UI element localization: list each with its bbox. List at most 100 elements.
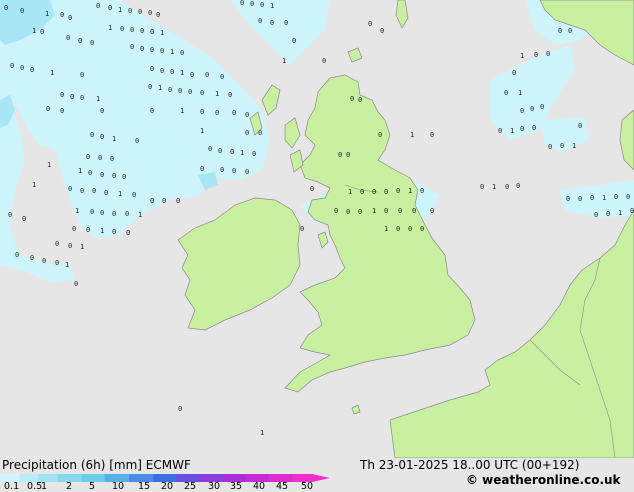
precip-value: 0 — [4, 4, 8, 12]
precip-value: 0 — [100, 133, 104, 141]
precip-value: 0 — [30, 66, 34, 74]
precip-value: 0 — [148, 9, 152, 17]
precip-value: 0 — [590, 194, 594, 202]
precip-value: 0 — [92, 187, 96, 195]
precip-value: 0 — [40, 28, 44, 36]
precip-value: 1 — [50, 69, 54, 77]
precip-value: 1 — [158, 84, 162, 92]
precip-value: 0 — [100, 171, 104, 179]
precip-value: 0 — [594, 211, 598, 219]
precip-value: 0 — [606, 210, 610, 218]
precip-value: 0 — [200, 108, 204, 116]
precip-value: 0 — [480, 183, 484, 191]
precip-value: 0 — [112, 228, 116, 236]
precip-value: 1 — [180, 107, 184, 115]
precip-value: 1 — [170, 48, 174, 56]
precip-value: 0 — [520, 107, 524, 115]
precip-value: 0 — [112, 172, 116, 180]
precip-value: 0 — [90, 39, 94, 47]
precip-value: 0 — [396, 225, 400, 233]
precip-value: 0 — [125, 210, 129, 218]
precip-value: 0 — [360, 188, 364, 196]
precip-value: 0 — [232, 109, 236, 117]
precip-value: 0 — [200, 89, 204, 97]
precip-value: 0 — [566, 195, 570, 203]
precip-value: 0 — [250, 0, 254, 8]
precip-value: 0 — [88, 169, 92, 177]
precip-value: 0 — [412, 207, 416, 215]
precip-value: 0 — [558, 27, 562, 35]
precip-value: 1 — [112, 135, 116, 143]
precip-value: 1 — [96, 95, 100, 103]
precip-value: 0 — [68, 242, 72, 250]
precip-value: 0 — [300, 225, 304, 233]
precip-value: 0 — [498, 127, 502, 135]
precip-value: 1 — [80, 243, 84, 251]
precip-value: 0 — [130, 26, 134, 34]
precip-value: 1 — [78, 167, 82, 175]
precip-value: 0 — [220, 73, 224, 81]
precip-value: 0 — [520, 125, 524, 133]
precip-value: 0 — [8, 211, 12, 219]
precip-value: 0 — [220, 166, 224, 174]
precip-value: 0 — [232, 167, 236, 175]
precip-value: 0 — [260, 1, 264, 9]
precip-value: 0 — [534, 51, 538, 59]
precip-value: 0 — [140, 45, 144, 53]
precip-value: 0 — [516, 182, 520, 190]
precip-value: 1 — [602, 194, 606, 202]
precip-value: 0 — [358, 208, 362, 216]
precip-value: 0 — [100, 209, 104, 217]
precip-value: 0 — [215, 109, 219, 117]
precip-value: 0 — [205, 71, 209, 79]
precip-value: 0 — [338, 151, 342, 159]
precip-value: 0 — [90, 131, 94, 139]
precip-value: 0 — [578, 195, 582, 203]
precip-value: 0 — [68, 14, 72, 22]
legend-label: 0.5 — [27, 481, 43, 492]
precip-value: 0 — [228, 91, 232, 99]
precip-value: 0 — [284, 19, 288, 27]
precip-value: 0 — [578, 122, 582, 130]
precip-value: 1 — [180, 69, 184, 77]
precip-value: 1 — [270, 2, 274, 10]
legend-label: 10 — [112, 481, 125, 492]
precip-value: 0 — [100, 107, 104, 115]
precip-value: 1 — [100, 227, 104, 235]
precip-value: 1 — [32, 27, 36, 35]
precip-value: 0 — [148, 83, 152, 91]
precip-value: 0 — [252, 150, 256, 158]
precip-value: 1 — [282, 57, 286, 65]
precip-value: 0 — [384, 188, 388, 196]
precip-value: 0 — [55, 240, 59, 248]
precip-value: 1 — [618, 209, 622, 217]
precip-value: 0 — [138, 8, 142, 16]
legend-label: 25 — [184, 481, 197, 492]
footer-bar: Precipitation (6h) [mm] ECMWF Th 23-01-2… — [0, 458, 634, 492]
precip-value: 0 — [200, 165, 204, 173]
precip-value: 0 — [384, 207, 388, 215]
precip-value: 0 — [150, 107, 154, 115]
precip-value: 0 — [150, 46, 154, 54]
precip-value: 0 — [80, 187, 84, 195]
precip-value: 0 — [150, 65, 154, 73]
precip-value: 0 — [420, 225, 424, 233]
precip-value: 0 — [230, 148, 234, 156]
precip-value: 0 — [530, 105, 534, 113]
precip-value: 0 — [60, 107, 64, 115]
credit-link[interactable]: © weatheronline.co.uk — [466, 473, 621, 487]
precip-value: 1 — [118, 6, 122, 14]
precip-value: 1 — [240, 149, 244, 157]
legend-label: 5 — [89, 481, 96, 492]
precip-value: 1 — [45, 10, 49, 18]
precip-value: 0 — [55, 259, 59, 267]
precip-value: 0 — [358, 96, 362, 104]
precip-value: 0 — [322, 57, 326, 65]
precip-value: 0 — [20, 64, 24, 72]
precip-value: 0 — [46, 105, 50, 113]
precip-value: 1 — [260, 429, 264, 437]
precip-value: 0 — [104, 189, 108, 197]
precipitation-map: 0 0 1 0 00 0 1 0 0 0 01 00 0 01 0 0 0 0 10 0 0 0 1 00 0 0 1 00 0 0 1 0 0… — [0, 0, 634, 458]
legend-label: 35 — [230, 481, 243, 492]
precip-value: 0 — [156, 11, 160, 19]
